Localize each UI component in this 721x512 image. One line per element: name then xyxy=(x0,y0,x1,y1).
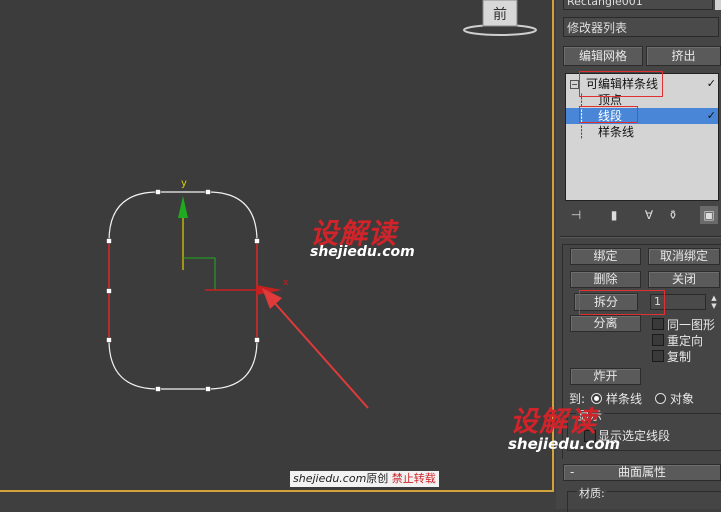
highlight-box-root xyxy=(579,71,663,97)
detach-button[interactable]: 分离 xyxy=(570,315,641,332)
modifier-list-label: 修改器列表 xyxy=(567,21,628,35)
view-cube[interactable]: 前 xyxy=(463,0,537,36)
move-gizmo[interactable]: y x xyxy=(178,178,289,295)
remove-modifier-icon[interactable]: ⚱ xyxy=(664,206,682,224)
configure-sets-icon[interactable]: ▣ xyxy=(700,206,718,224)
stack-item-spline[interactable]: ┊ 样条线 xyxy=(566,124,718,140)
highlight-box-segment xyxy=(579,106,638,123)
panel-divider xyxy=(560,236,721,238)
gizmo-y-label: y xyxy=(181,178,187,189)
to-spline-label: 样条线 xyxy=(606,392,643,406)
same-shape-checkbox[interactable] xyxy=(652,318,664,330)
lightbulb-check-icon[interactable]: ✓ xyxy=(707,76,716,92)
make-unique-icon[interactable]: ∀ xyxy=(640,206,658,224)
surface-properties-title: 曲面属性 xyxy=(617,465,666,479)
extrude-button[interactable]: 挤出 xyxy=(646,46,721,66)
edit-mesh-button[interactable]: 编辑网格 xyxy=(563,46,643,66)
object-color-swatch[interactable] xyxy=(715,0,721,10)
viewport[interactable]: 前 y x 设解读 shejiedu.com shejiedu.com原创 禁止… xyxy=(0,0,554,492)
credit-site: shejiedu.com xyxy=(293,472,367,485)
same-shape-label: 同一图形 xyxy=(667,318,716,332)
object-name-field[interactable]: Rectangle001 xyxy=(563,0,713,10)
watermark-logo-panel: 设解读 xyxy=(510,405,598,438)
viewport-canvas: 前 y x xyxy=(106,0,537,409)
copy-label: 复制 xyxy=(667,350,692,364)
annotation-arrow xyxy=(262,288,369,409)
to-object-label: 对象 xyxy=(670,392,695,406)
collapse-icon[interactable]: − xyxy=(570,80,579,89)
bind-button[interactable]: 绑定 xyxy=(570,248,641,265)
unbind-button[interactable]: 取消绑定 xyxy=(648,248,720,265)
credit-ban: 禁止转载 xyxy=(391,472,436,485)
copy-checkbox[interactable] xyxy=(652,350,664,362)
reorient-label: 重定向 xyxy=(667,334,704,348)
credit-original: 原创 xyxy=(366,472,389,485)
delete-button[interactable]: 删除 xyxy=(570,271,641,288)
pin-stack-icon[interactable]: ⊣ xyxy=(567,206,585,224)
close-button[interactable]: 关闭 xyxy=(648,271,720,288)
watermark-url: shejiedu.com xyxy=(310,244,415,260)
highlight-box-divide xyxy=(579,290,665,315)
show-end-result-icon[interactable]: ▮ xyxy=(605,206,623,224)
gizmo-x-label: x xyxy=(283,278,289,288)
to-object-radio[interactable] xyxy=(655,393,666,404)
divide-spinner[interactable]: ▲ ▼ xyxy=(709,294,719,310)
watermark-url-panel: shejiedu.com xyxy=(508,435,621,453)
surface-properties-rollout-header[interactable]: - 曲面属性 xyxy=(563,464,721,481)
view-cube-label: 前 xyxy=(493,6,507,23)
credit-footer: shejiedu.com原创 禁止转载 xyxy=(290,471,439,487)
stack-item-label: 样条线 xyxy=(598,125,635,139)
active-check-icon: ✓ xyxy=(706,109,716,122)
reorient-checkbox[interactable] xyxy=(652,334,664,346)
rollout-collapse-icon: - xyxy=(570,465,575,479)
material-label: 材质: xyxy=(577,485,607,501)
explode-button[interactable]: 炸开 xyxy=(570,368,641,385)
modifier-list-dropdown[interactable]: 修改器列表 xyxy=(563,17,719,37)
